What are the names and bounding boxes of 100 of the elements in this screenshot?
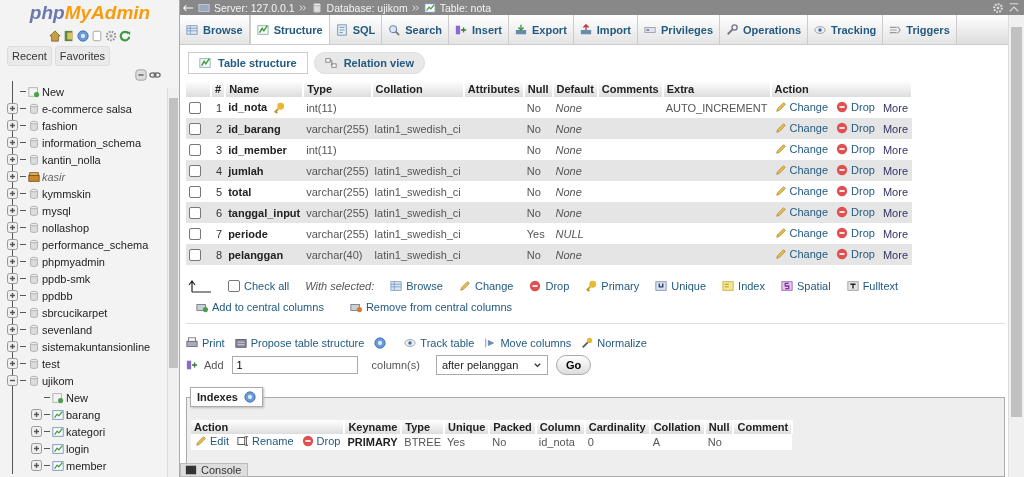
tree-item[interactable]: ppdbb [42, 289, 73, 302]
bulk-action-link[interactable]: Index [722, 280, 765, 292]
expand-icon[interactable] [7, 222, 18, 233]
tree-item[interactable]: nollashop [42, 221, 90, 234]
reload-icon[interactable] [118, 30, 131, 42]
tool-link[interactable]: Normalize [581, 337, 647, 349]
row-checkbox[interactable] [189, 207, 201, 220]
central-columns-link[interactable]: Add to central columns [196, 301, 324, 313]
column-count-field[interactable]: 1 [231, 356, 358, 374]
row-checkbox[interactable] [189, 186, 201, 199]
tree-item[interactable]: barang [66, 408, 101, 421]
expand-icon[interactable] [31, 443, 42, 454]
bulk-action-link[interactable]: Primary [585, 280, 640, 292]
tree-item[interactable]: mysql [42, 204, 71, 217]
scrollbar[interactable] [1008, 15, 1024, 477]
row-checkbox[interactable] [189, 102, 201, 115]
row-checkbox[interactable] [189, 165, 201, 178]
tree-item[interactable]: ppdb-smk [42, 272, 91, 285]
expand-icon[interactable] [7, 120, 18, 131]
settings-icon[interactable] [104, 30, 117, 42]
expand-icon[interactable] [31, 409, 42, 420]
logo[interactable]: phpMyAdmin [27, 0, 153, 25]
expand-icon[interactable] [7, 205, 18, 216]
tree-item[interactable]: performance_schema [42, 238, 149, 251]
tree-item[interactable]: ujikom [42, 374, 74, 387]
tree-item[interactable]: fashion [42, 119, 78, 132]
tab[interactable]: Triggers [883, 15, 957, 44]
expand-icon[interactable] [7, 273, 18, 284]
expand-icon[interactable] [7, 103, 18, 114]
expand-icon[interactable] [7, 307, 18, 318]
collapse-up-icon[interactable] [1008, 1, 1020, 14]
bulk-action-link[interactable]: Spatial [781, 280, 831, 292]
tree-item[interactable]: test [42, 357, 60, 370]
tab[interactable]: SQL [329, 15, 383, 44]
central-columns-link[interactable]: Remove from central columns [349, 301, 512, 313]
tool-link[interactable]: Propose table structure [234, 337, 365, 349]
row-checkbox[interactable] [189, 249, 201, 262]
row-checkbox[interactable] [189, 228, 201, 241]
expand-icon[interactable] [7, 137, 18, 148]
row-checkbox[interactable] [189, 123, 201, 136]
help-icon[interactable] [243, 391, 256, 403]
exit-icon[interactable] [62, 30, 75, 42]
bulk-action-link[interactable]: Drop [529, 280, 570, 292]
action-link[interactable]: More [882, 143, 908, 156]
tree-item[interactable]: member [66, 459, 107, 472]
action-link[interactable]: Change [774, 100, 829, 113]
link-icon[interactable] [149, 69, 161, 81]
sub-tab[interactable]: Table structure [188, 52, 308, 74]
go-button[interactable]: Go [555, 355, 592, 375]
home-icon[interactable] [48, 30, 61, 42]
collapse-icon[interactable] [7, 375, 18, 386]
check-all-checkbox[interactable]: Check all [228, 280, 290, 292]
bulk-action-link[interactable]: Change [458, 280, 514, 292]
expand-icon[interactable] [31, 426, 42, 437]
tab[interactable]: Import [573, 15, 639, 44]
action-link[interactable]: More [882, 227, 908, 240]
expand-icon[interactable] [7, 358, 18, 369]
action-link[interactable]: More [882, 101, 908, 114]
tab[interactable]: Privileges [638, 15, 720, 44]
tab[interactable]: Insert [449, 15, 509, 44]
expand-icon[interactable] [7, 154, 18, 165]
tree-item[interactable]: kategori [66, 425, 106, 438]
bulk-action-link[interactable]: Fulltext [846, 280, 899, 292]
tab[interactable]: Search [382, 15, 449, 44]
tool-link[interactable]: Print [186, 337, 225, 349]
row-checkbox[interactable] [189, 144, 201, 157]
help-icon[interactable] [374, 337, 387, 349]
action-link[interactable]: Change [774, 184, 829, 197]
expand-icon[interactable] [31, 460, 42, 471]
console-bar[interactable]: Console [180, 463, 249, 477]
scrollbar[interactable] [167, 88, 179, 477]
sidebar-tab[interactable]: Recent [7, 46, 52, 66]
indexes-legend[interactable]: Indexes [190, 387, 263, 407]
tree-item[interactable]: login [66, 442, 90, 455]
help-icon[interactable] [76, 30, 89, 42]
tree-item[interactable]: New [42, 85, 64, 98]
collapse-all-icon[interactable] [135, 69, 147, 81]
tree-item[interactable]: kasir [42, 170, 66, 183]
bulk-action-link[interactable]: Browse [390, 280, 443, 292]
tab[interactable]: Browse [180, 15, 250, 44]
action-link[interactable]: Change [774, 226, 829, 239]
expand-icon[interactable] [7, 188, 18, 199]
expand-icon[interactable] [7, 239, 18, 250]
tree-item[interactable]: sistemakuntansionline [42, 340, 151, 353]
sidebar-tab[interactable]: Favorites [54, 46, 111, 66]
tree-item[interactable]: information_schema [42, 136, 142, 149]
expand-icon[interactable] [7, 341, 18, 352]
tree-item[interactable]: New [66, 391, 88, 404]
expand-icon[interactable] [7, 290, 18, 301]
position-dropdown[interactable]: after pelanggan [435, 355, 548, 375]
action-link[interactable]: More [882, 185, 908, 198]
action-link[interactable]: Change [774, 142, 829, 155]
tree-item[interactable]: kantin_nolla [42, 153, 101, 166]
tab[interactable]: Tracking [808, 15, 884, 44]
tree-item[interactable]: phpmyadmin [42, 255, 105, 268]
tree-item[interactable]: sbrcucikarpet [42, 306, 108, 319]
bulk-action-link[interactable]: Unique [655, 280, 707, 292]
expand-icon[interactable] [7, 256, 18, 267]
tool-link[interactable]: Move columns [484, 337, 572, 349]
tab[interactable]: Operations [720, 15, 809, 44]
